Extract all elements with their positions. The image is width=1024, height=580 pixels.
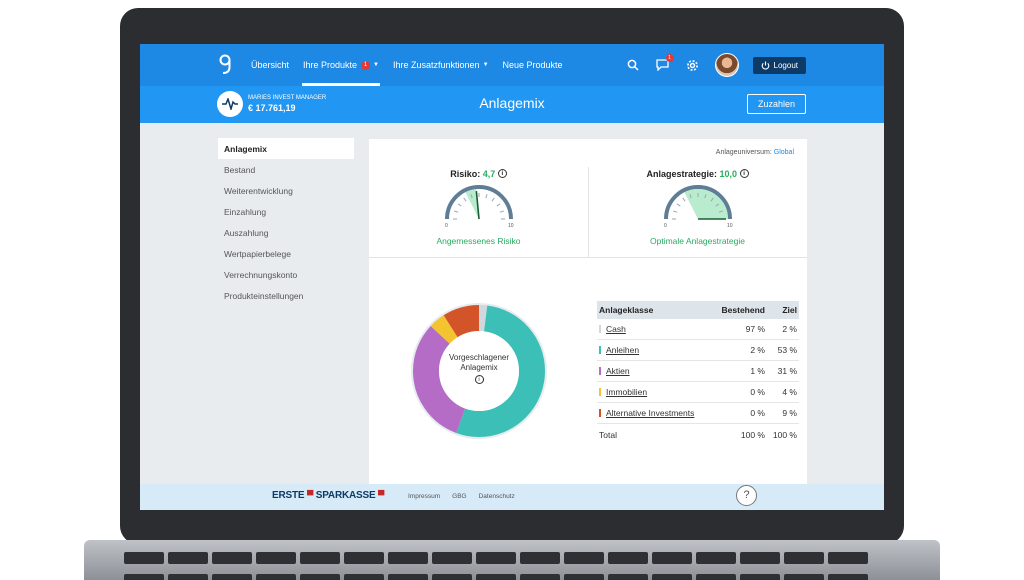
gauge-min-label: 0	[445, 223, 448, 227]
zuzahlen-button[interactable]: Zuzahlen	[746, 94, 806, 114]
datenschutz-link[interactable]: Datenschutz	[479, 493, 515, 500]
table-row: Cash 97 % 2 %	[597, 319, 799, 340]
table-row: Alternative Investments 0 % 9 %	[597, 403, 799, 424]
investment-universe: Anlageuniversum: Global	[715, 149, 794, 156]
gear-icon[interactable]	[685, 57, 701, 73]
chevron-down-icon: ▼	[373, 62, 379, 68]
messages-icon[interactable]: 1	[655, 54, 674, 73]
asset-class-link[interactable]: Alternative Investments	[606, 408, 694, 418]
main-content: Anlageuniversum: Global Risiko: 4,7 i 0 1…	[369, 139, 807, 485]
divider	[369, 257, 807, 258]
risk-subtitle: Angemessenes Risiko	[436, 236, 521, 246]
help-button[interactable]: ?	[736, 485, 757, 506]
gauge-tick	[491, 197, 495, 202]
avatar[interactable]	[714, 53, 739, 77]
sidebar-item-produkteinstellungen[interactable]: Produkteinstellungen	[218, 285, 354, 306]
gauge-tick	[453, 210, 458, 213]
footer: ERSTE ▀ SPARKASSE ▀ Impressum GBG Datens…	[140, 484, 884, 510]
gauge-max-label: 10	[508, 223, 514, 227]
sidebar-item-anlagemix[interactable]: Anlagemix	[218, 138, 354, 159]
sidebar-item-bestand[interactable]: Bestand	[218, 159, 354, 180]
info-icon[interactable]: i	[497, 169, 507, 178]
messages-badge: 1	[665, 54, 674, 62]
table-row: Anleihen 2 % 53 %	[597, 340, 799, 361]
sidebar-item-verrechnungskonto[interactable]: Verrechnungskonto	[218, 264, 354, 285]
sidebar-item-wertpapierbelege[interactable]: Wertpapierbelege	[218, 243, 354, 264]
gauge-tick	[462, 197, 466, 202]
table-total-row: Total 100 % 100 %	[599, 429, 797, 440]
strategy-gauge-panel: Anlagestrategie: 10,0 i 0 10 Optimale Anl…	[588, 169, 807, 246]
chevron-down-icon: ▼	[482, 62, 489, 68]
logout-button[interactable]: Logout	[752, 56, 806, 74]
color-swatch	[599, 388, 601, 396]
gauge-tick	[676, 203, 680, 207]
nav-zusatzfunktionen[interactable]: Ihre Zusatzfunktionen ▼	[386, 44, 496, 86]
risk-title: Risiko: 4,7 i	[369, 169, 588, 179]
color-swatch	[599, 325, 601, 333]
gauge-min-label: 0	[664, 223, 667, 227]
risk-gauge-panel: Risiko: 4,7 i 0 10 Angemessenes Risiko	[369, 169, 588, 246]
asset-class-link[interactable]: Anleihen	[606, 345, 639, 355]
gauge-tick	[496, 203, 500, 207]
product-header: MARIES INVEST MANAGER € 17.761,19 Anlage…	[140, 86, 884, 123]
table-header: Anlageklasse Bestehend Ziel	[597, 301, 799, 319]
gauge-max-label: 10	[727, 223, 733, 227]
risk-gauge: 0 10	[445, 185, 514, 229]
strategy-title: Anlagestrategie: 10,0 i	[588, 169, 807, 179]
sidebar-item-einzahlung[interactable]: Einzahlung	[218, 201, 354, 222]
color-swatch	[599, 346, 601, 354]
strategy-subtitle: Optimale Anlagestrategie	[650, 236, 745, 246]
search-icon[interactable]	[625, 57, 641, 73]
sidebar-item-weiterentwicklung[interactable]: Weiterentwicklung	[218, 180, 354, 201]
gauge-tick	[457, 203, 461, 207]
george-logo-icon[interactable]	[218, 54, 232, 76]
gauge-tick	[484, 194, 488, 199]
laptop-keyboard	[84, 540, 940, 580]
gauge-tick	[672, 210, 677, 213]
table-row: Aktien 1 % 31 %	[597, 361, 799, 382]
erste-sparkasse-logo: ERSTE ▀ SPARKASSE ▀	[272, 490, 385, 501]
color-swatch	[599, 409, 601, 417]
app-screen: Übersicht Ihre Produkte 1 ▼ Ihre Zusatzfun…	[140, 44, 884, 510]
asset-class-link[interactable]: Immobilien	[606, 387, 647, 397]
notification-badge: 1	[361, 60, 371, 70]
sidebar: Anlagemix Bestand Weiterentwicklung Einz…	[218, 138, 354, 306]
info-icon[interactable]: i	[474, 375, 484, 384]
footer-links: Impressum GBG Datenschutz	[408, 493, 515, 500]
nav-ihre-produkte[interactable]: Ihre Produkte 1 ▼	[296, 44, 386, 86]
impressum-link[interactable]: Impressum	[408, 493, 440, 500]
power-icon	[761, 61, 769, 70]
gauge-fill	[683, 189, 728, 219]
asset-class-link[interactable]: Aktien	[606, 366, 630, 376]
nav-neue-produkte[interactable]: Neue Produkte	[496, 44, 570, 86]
nav-uebersicht[interactable]: Übersicht	[244, 44, 296, 86]
sidebar-item-auszahlung[interactable]: Auszahlung	[218, 222, 354, 243]
color-swatch	[599, 367, 601, 375]
table-row: Immobilien 0 % 4 %	[597, 382, 799, 403]
asset-class-link[interactable]: Cash	[606, 324, 626, 334]
top-navigation: Übersicht Ihre Produkte 1 ▼ Ihre Zusatzfun…	[140, 44, 884, 86]
donut-label: Vorgeschlagener Anlagemix i	[448, 353, 510, 384]
universe-value[interactable]: Global	[774, 149, 794, 156]
info-icon[interactable]: i	[739, 169, 749, 178]
allocation-table: Anlageklasse Bestehend Ziel Cash 97 % 2 …	[597, 301, 799, 445]
gauge-tick	[681, 197, 685, 202]
strategy-gauge: 0 10	[664, 185, 733, 229]
gbg-link[interactable]: GBG	[452, 493, 466, 500]
gauge-tick	[499, 210, 504, 213]
allocation-donut: Vorgeschlagener Anlagemix i	[409, 301, 549, 441]
